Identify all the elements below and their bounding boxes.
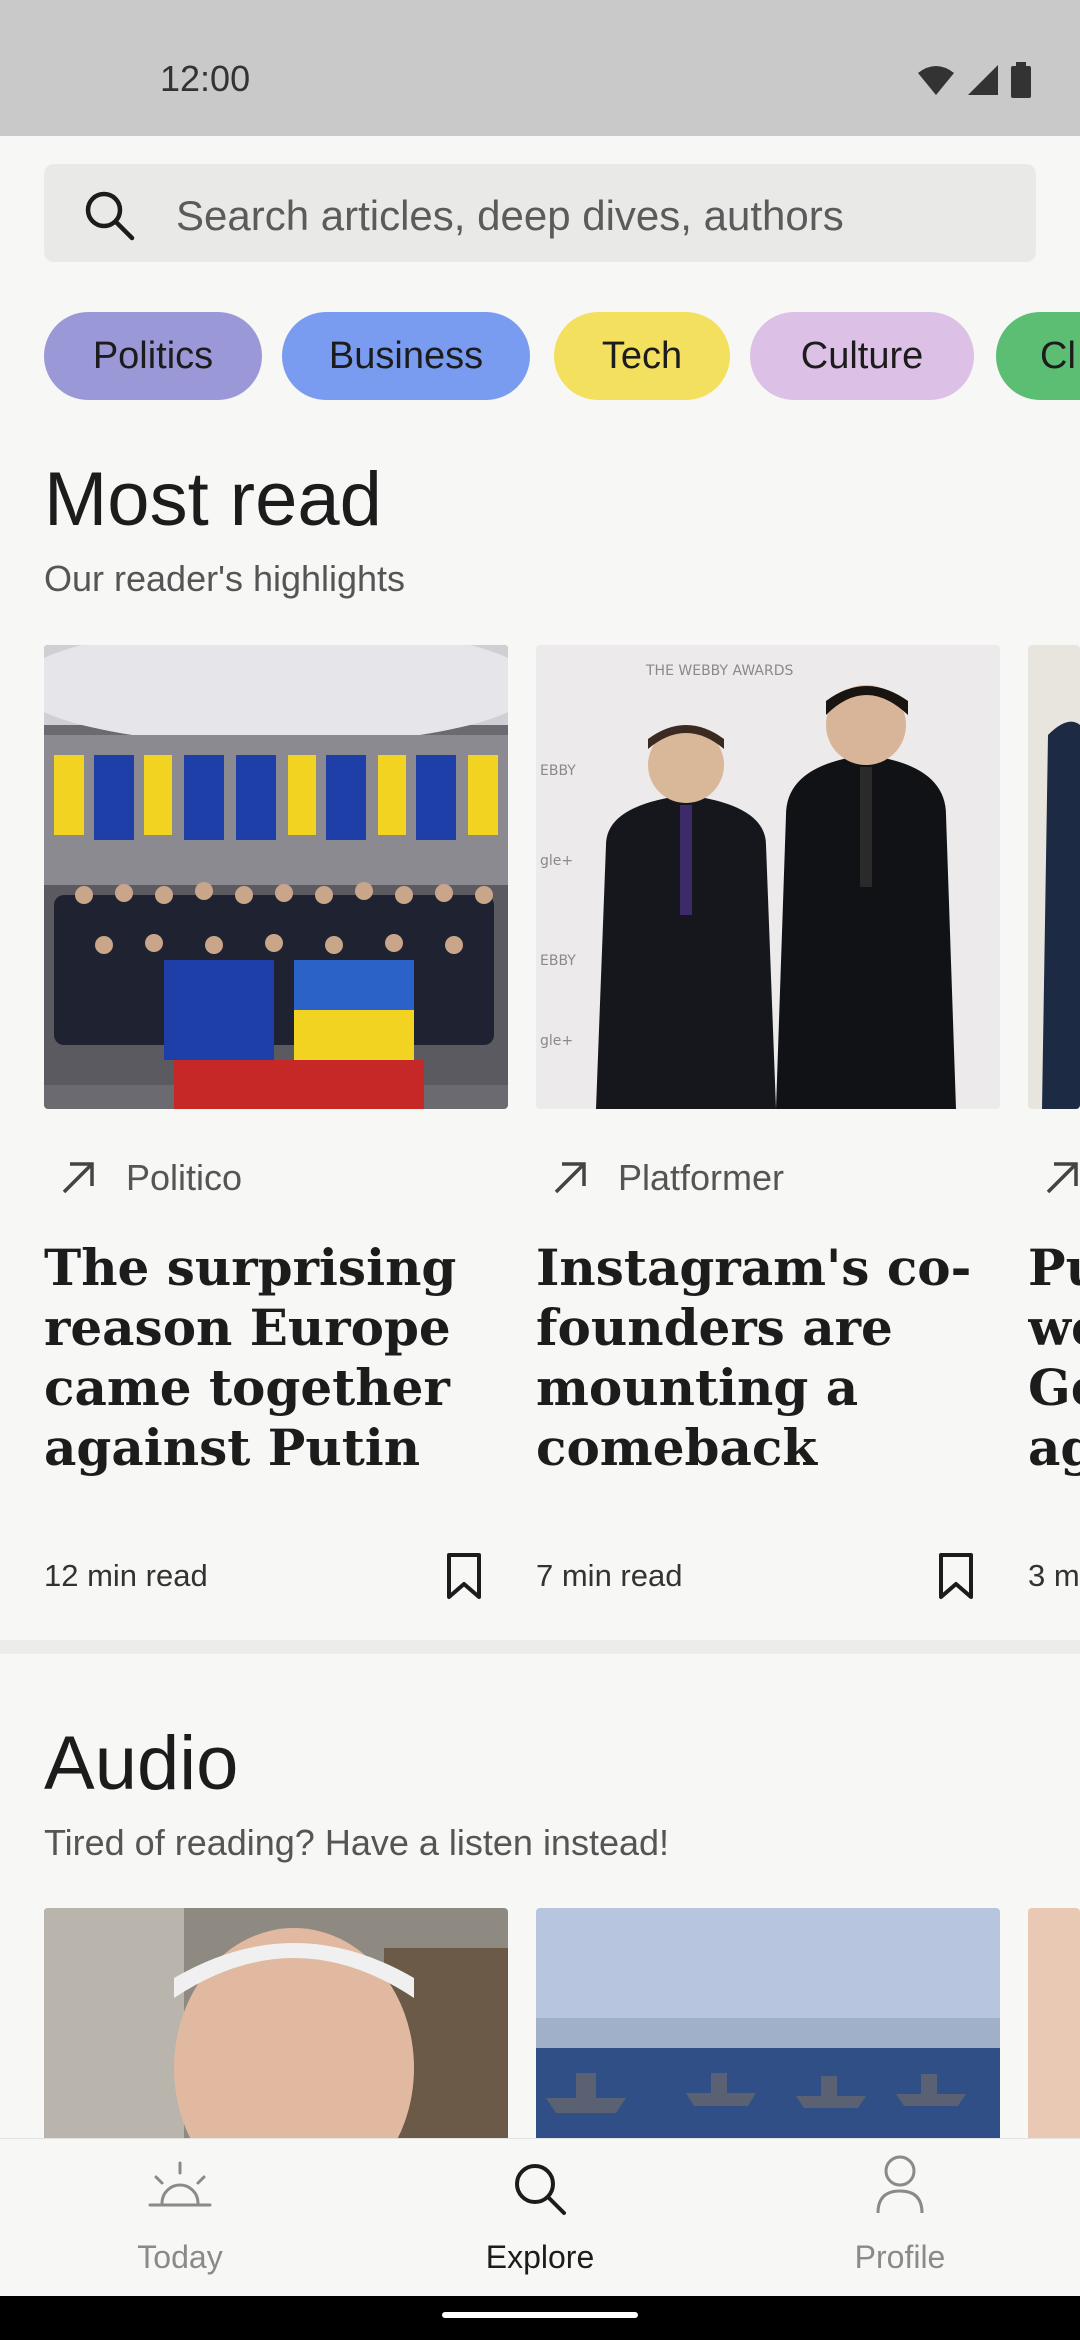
article-source-link[interactable]: Platformer — [550, 1148, 784, 1208]
bottom-navigation: Today Explore Profile — [0, 2138, 1080, 2297]
audio-title: Audio — [44, 1721, 239, 1806]
battery-icon — [1011, 62, 1031, 98]
chip-business[interactable]: Business — [282, 312, 530, 400]
article-source-link[interactable]: Politico — [58, 1148, 242, 1208]
search-icon — [515, 2164, 566, 2215]
article-title[interactable]: Instagram's co-founders are mounting a c… — [536, 1238, 1000, 1478]
bookmark-icon[interactable] — [446, 1552, 482, 1600]
arrow-up-right-icon — [1046, 1162, 1078, 1194]
svg-text:gle+: gle+ — [540, 853, 573, 869]
arrow-up-right-icon — [554, 1162, 586, 1194]
audio-card-image[interactable] — [536, 1908, 1000, 2140]
section-divider — [0, 1640, 1080, 1654]
read-time: 7 min read — [536, 1558, 683, 1593]
category-chips: Politics Business Tech Culture Cl — [44, 312, 1080, 400]
sunrise-icon — [148, 2161, 212, 2207]
article-image[interactable]: THE WEBBY AWARDS EBBY gle+ EBBY gle+ — [536, 645, 1000, 1109]
audio-card-image[interactable] — [44, 1908, 508, 2140]
chip-climate-partial[interactable]: Cl — [996, 312, 1080, 400]
portrait-image — [44, 1908, 508, 2140]
audio-card-image[interactable] — [1028, 1908, 1080, 2140]
home-indicator[interactable] — [442, 2312, 638, 2318]
eu-group-photo-image — [44, 645, 508, 1109]
webby-awards-image: THE WEBBY AWARDS EBBY gle+ EBBY gle+ — [536, 645, 1000, 1109]
search-bar[interactable]: Search articles, deep dives, authors — [44, 164, 1036, 262]
bookmark-icon[interactable] — [938, 1552, 974, 1600]
article-title[interactable]: The surprising reason Europe came togeth… — [44, 1238, 508, 1478]
nav-profile[interactable]: Profile — [720, 2139, 1080, 2297]
nav-profile-label: Profile — [854, 2239, 946, 2275]
nav-explore[interactable]: Explore — [360, 2139, 720, 2297]
most-read-title: Most read — [44, 457, 382, 542]
partial-article-image — [1028, 645, 1080, 1109]
article-title[interactable]: Pu we Ge ag — [1028, 1238, 1080, 1478]
gesture-bar — [0, 2296, 1080, 2340]
chip-politics[interactable]: Politics — [44, 312, 262, 400]
naval-ships-image — [536, 1908, 1000, 2140]
read-time: 3 m — [1028, 1558, 1080, 1593]
svg-text:gle+: gle+ — [540, 1033, 573, 1049]
status-bar: 12:00 — [0, 0, 1080, 136]
svg-text:THE WEBBY AWARDS: THE WEBBY AWARDS — [645, 663, 793, 679]
article-source: Platformer — [618, 1157, 785, 1198]
wifi-icon — [918, 66, 954, 95]
read-time: 12 min read — [44, 1558, 208, 1593]
article-image[interactable] — [1028, 645, 1080, 1109]
audio-subtitle: Tired of reading? Have a listen instead! — [44, 1822, 670, 1863]
chip-culture[interactable]: Culture — [750, 312, 974, 400]
arrow-up-right-icon — [62, 1162, 94, 1194]
article-source: Politico — [126, 1157, 243, 1198]
svg-text:EBBY: EBBY — [540, 763, 576, 779]
person-icon — [876, 2155, 924, 2214]
nav-today[interactable]: Today — [0, 2139, 360, 2297]
nav-today-label: Today — [137, 2239, 223, 2275]
search-icon — [85, 191, 135, 241]
article-source-link[interactable] — [1042, 1148, 1080, 1208]
search-placeholder: Search articles, deep dives, authors — [176, 192, 844, 239]
chip-tech[interactable]: Tech — [554, 312, 730, 400]
svg-text:EBBY: EBBY — [540, 953, 576, 969]
partial-audio-image — [1028, 1908, 1080, 2140]
nav-explore-label: Explore — [485, 2239, 595, 2275]
status-icons — [916, 62, 1032, 98]
cellular-signal-icon — [968, 65, 998, 95]
article-image[interactable] — [44, 645, 508, 1109]
status-time: 12:00 — [160, 58, 251, 99]
most-read-subtitle: Our reader's highlights — [44, 558, 406, 599]
